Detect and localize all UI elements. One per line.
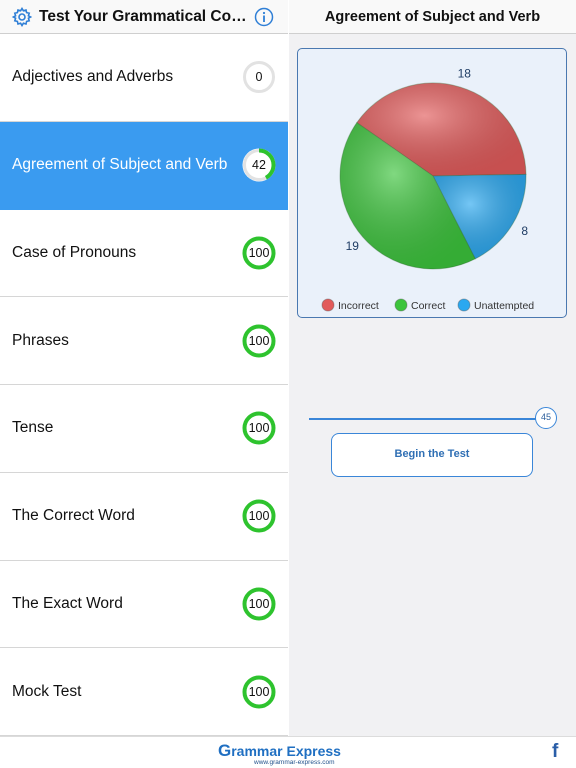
score-ring: 0 — [242, 60, 276, 94]
app-title: Test Your Grammatical Cor… — [39, 8, 251, 25]
score-ring: 100 — [242, 587, 276, 621]
slider-track[interactable] — [309, 418, 537, 420]
topic-row[interactable]: Mock Test 100 — [0, 648, 288, 736]
score-ring: 100 — [242, 499, 276, 533]
legend-label-correct: Correct — [411, 300, 446, 312]
score-value: 100 — [248, 421, 270, 436]
topic-row[interactable]: The Correct Word 100 — [0, 472, 288, 561]
logo-text: Grammar Express — [218, 741, 341, 760]
topic-row[interactable]: Phrases 100 — [0, 297, 288, 385]
topic-label: Adjectives and Adverbs — [12, 68, 174, 86]
score-ring: 42 — [242, 148, 276, 182]
logo-url: www.grammar-express.com — [254, 759, 335, 766]
facebook-icon[interactable]: f — [552, 742, 566, 762]
score-value: 100 — [248, 333, 270, 348]
score-value: 100 — [248, 684, 270, 699]
score-value: 100 — [248, 509, 270, 524]
topic-list: Adjectives and Adverbs 0 Agreement of Subj… — [0, 34, 288, 736]
topic-panel: Test Your Grammatical Cor… Adjectives an… — [0, 0, 288, 736]
info-icon[interactable] — [254, 7, 274, 27]
left-header: Test Your Grammatical Cor… — [0, 0, 288, 34]
topic-row[interactable]: Agreement of Subject and Verb 42 — [0, 121, 288, 210]
detail-panel: Agreement of Subject and Verb 18 8 19 Inco… — [289, 0, 576, 736]
score-ring: 100 — [242, 324, 276, 358]
legend-swatch-unattempted — [457, 298, 471, 312]
score-value: 0 — [255, 70, 263, 85]
right-header: Agreement of Subject and Verb — [289, 0, 576, 34]
topic-row[interactable]: Case of Pronouns 100 — [0, 209, 288, 298]
pie-chart: 18 8 19 Incorrect Correct Unattempted — [321, 67, 534, 312]
topic-label: Mock Test — [12, 682, 82, 700]
topic-label: Tense — [12, 419, 54, 437]
topic-label: Agreement of Subject and Verb — [12, 156, 228, 174]
question-count-slider[interactable]: 45 — [309, 407, 557, 431]
legend-label-unattempted: Unattempted — [474, 300, 534, 312]
detail-title: Agreement of Subject and Verb — [324, 9, 541, 25]
score-ring: 100 — [242, 411, 276, 445]
grammar-express-logo[interactable]: Grammar Express www.grammar-express.com — [218, 741, 342, 767]
score-value: 100 — [248, 596, 270, 611]
pie-value-label: 8 — [521, 224, 528, 238]
score-ring: 100 — [242, 675, 276, 709]
begin-test-button[interactable]: Begin the Test — [331, 433, 533, 477]
pie-value-label: 18 — [458, 67, 472, 81]
topic-label: The Exact Word — [12, 594, 123, 612]
pie-chart-card: 18 8 19 Incorrect Correct Unattempted — [297, 48, 567, 318]
topic-label: The Correct Word — [12, 507, 135, 525]
score-ring: 100 — [242, 236, 276, 270]
legend-swatch-incorrect — [321, 298, 335, 312]
slider-thumb[interactable]: 45 — [535, 407, 557, 429]
topic-row[interactable]: Tense 100 — [0, 385, 288, 473]
pie-value-label: 19 — [346, 239, 360, 253]
legend-label-incorrect: Incorrect — [338, 300, 379, 312]
score-value: 100 — [248, 245, 270, 260]
topic-label: Phrases — [12, 331, 69, 349]
topic-row[interactable]: The Exact Word 100 — [0, 560, 288, 649]
footer: Grammar Express www.grammar-express.com — [0, 736, 576, 768]
legend-swatch-correct — [394, 298, 408, 312]
topic-label: Case of Pronouns — [12, 243, 137, 261]
topic-row[interactable]: Adjectives and Adverbs 0 — [0, 34, 288, 122]
gear-icon[interactable] — [12, 7, 32, 27]
score-value: 42 — [252, 158, 266, 173]
